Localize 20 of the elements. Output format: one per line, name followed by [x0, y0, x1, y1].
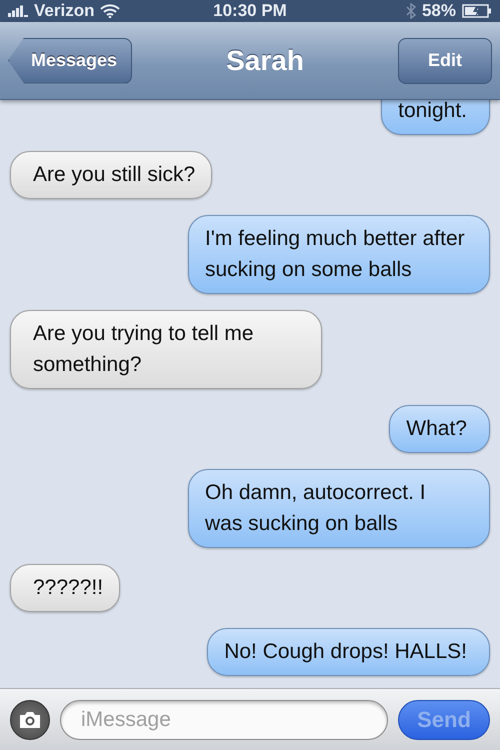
edit-button[interactable]: Edit: [398, 38, 492, 84]
sent-message: No! Cough drops! HALLS!: [207, 628, 490, 676]
sent-message: What?: [389, 405, 490, 453]
sent-message: I'm feeling much better after sucking on some balls: [188, 215, 490, 294]
message-field[interactable]: iMessage: [60, 700, 388, 740]
received-message: Are you still sick?: [10, 151, 212, 199]
sent-message: Oh damn, autocorrect. I was sucking on balls: [188, 469, 490, 548]
camera-button[interactable]: [10, 700, 50, 740]
carrier-name: Verizon: [34, 1, 94, 21]
clock-time: 10:30 PM: [213, 1, 287, 21]
battery-charging-icon: [462, 4, 492, 18]
received-message: Are you trying to tell me something?: [10, 310, 322, 389]
signal-icon: [8, 5, 28, 17]
wifi-icon: [100, 4, 120, 18]
battery-percent: 58%: [422, 1, 456, 21]
received-message: ?????!!: [10, 564, 120, 612]
bluetooth-icon: [406, 3, 416, 19]
back-button[interactable]: Messages: [8, 38, 132, 84]
camera-icon: [18, 710, 42, 728]
contact-name: Sarah: [226, 44, 304, 76]
